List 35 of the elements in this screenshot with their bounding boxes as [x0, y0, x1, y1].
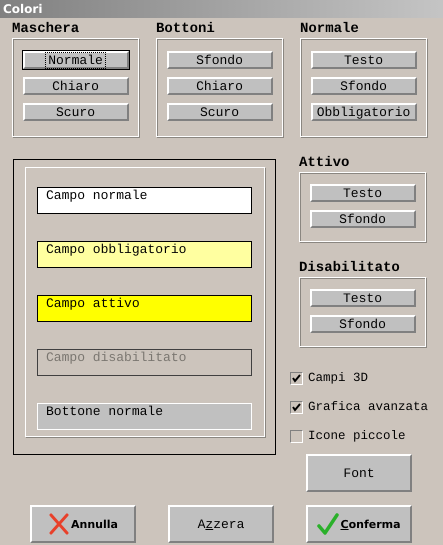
- color-button[interactable]: Sfondo: [310, 315, 416, 333]
- option-checkbox[interactable]: Grafica avanzata: [290, 399, 428, 415]
- group-heading: Disabilitato: [299, 261, 401, 276]
- check-mark-icon: [317, 512, 340, 536]
- checkbox-icon[interactable]: [290, 430, 303, 442]
- sample-field: Campo normale: [37, 187, 252, 214]
- color-button[interactable]: Normale: [22, 51, 128, 69]
- color-button[interactable]: Sfondo: [310, 210, 416, 228]
- close-cross-icon: [48, 513, 70, 535]
- option-checkbox[interactable]: Icone piccole: [290, 428, 406, 444]
- confirm-button[interactable]: Conferma: [306, 505, 412, 543]
- color-button[interactable]: Scuro: [166, 103, 272, 121]
- color-button[interactable]: Testo: [310, 184, 416, 202]
- sample-field: Campo obbligatorio: [37, 241, 252, 268]
- color-button[interactable]: Obbligatorio: [310, 103, 416, 121]
- color-button[interactable]: Sfondo: [166, 51, 272, 69]
- color-button[interactable]: Chiaro: [166, 77, 272, 95]
- color-button[interactable]: Testo: [310, 51, 416, 69]
- group-heading: Bottoni: [156, 22, 216, 37]
- reset-button[interactable]: Azzera: [168, 505, 274, 543]
- option-checkbox[interactable]: Campi 3D: [290, 370, 368, 386]
- sample-field: Campo disabilitato: [37, 349, 252, 376]
- group-heading: Normale: [300, 22, 360, 37]
- cancel-button[interactable]: Annulla: [30, 505, 136, 543]
- checkbox-icon[interactable]: [290, 400, 303, 414]
- color-button[interactable]: Testo: [310, 289, 416, 307]
- sample-field: Campo attivo: [37, 295, 252, 322]
- font-button[interactable]: Font: [306, 454, 412, 492]
- group-heading: Maschera: [12, 22, 80, 37]
- group-heading: Attivo: [299, 156, 350, 171]
- color-button[interactable]: Scuro: [22, 103, 128, 121]
- color-button[interactable]: Sfondo: [310, 77, 416, 95]
- color-button[interactable]: Chiaro: [22, 77, 128, 95]
- window-title: Colori: [0, 0, 443, 18]
- checkbox-icon[interactable]: [290, 372, 303, 384]
